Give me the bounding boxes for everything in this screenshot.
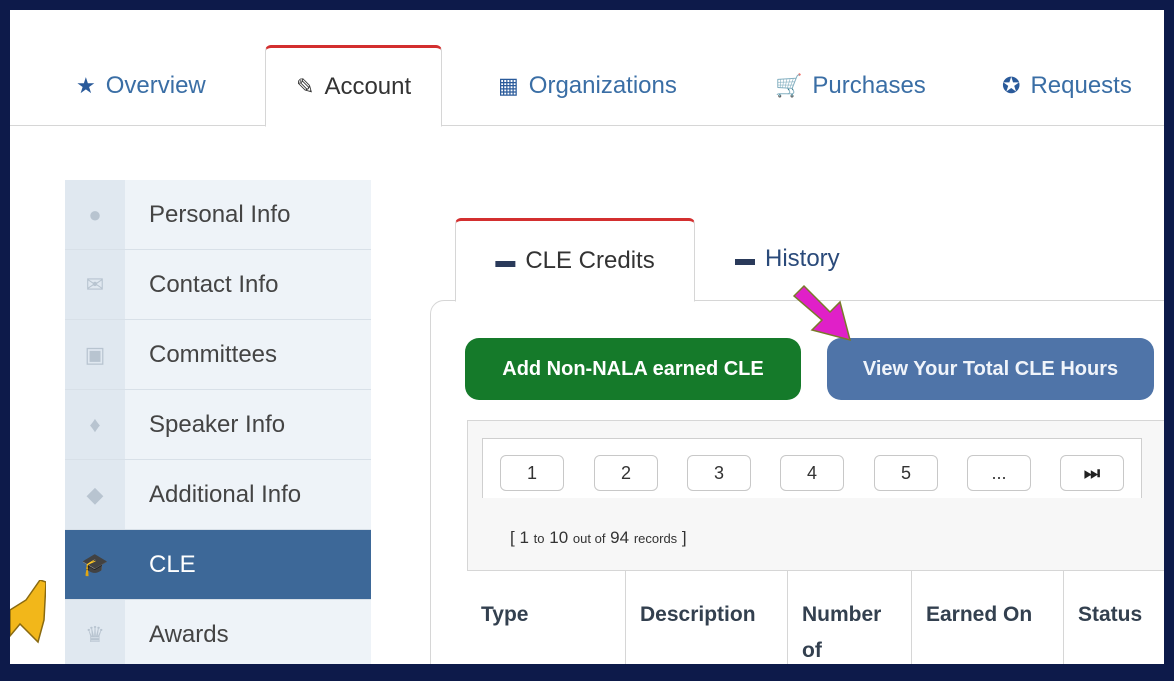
tab-cle-credits[interactable]: ▬ CLE Credits [455, 218, 695, 302]
column-header-description[interactable]: Description [625, 571, 787, 664]
tab-organizations-label: Organizations [528, 72, 677, 99]
page-button[interactable]: 1 [500, 455, 564, 491]
tab-account-label: Account [324, 73, 412, 100]
tab-requests-label: Requests [1030, 72, 1132, 99]
records-from: 1 [519, 528, 529, 547]
briefcase-icon: ▣ [65, 320, 125, 389]
records-word: records [633, 531, 678, 546]
sidebar-item-personal-info[interactable]: ● Personal Info [65, 180, 371, 250]
add-non-nala-cle-button[interactable]: Add Non-NALA earned CLE [465, 338, 801, 400]
sidebar-item-awards[interactable]: ♛ Awards [65, 600, 371, 664]
graduation-cap-icon: 🎓 [65, 530, 125, 599]
cart-icon: 🛒 [775, 73, 803, 98]
tab-history[interactable]: ▬ History [735, 245, 840, 273]
tab-overview-label: Overview [105, 72, 206, 99]
user-icon: ● [65, 180, 125, 249]
records-to-word: to [533, 531, 545, 546]
gold-annotation-arrow [10, 580, 46, 644]
edit-icon: ✎ [296, 74, 315, 99]
skip-last-icon: ⏭ [1083, 462, 1101, 483]
envelope-icon: ✉ [65, 250, 125, 319]
building-icon: ▦ [498, 73, 519, 98]
page-button[interactable]: 3 [687, 455, 751, 491]
sidebar-item-label: CLE [149, 550, 196, 578]
column-header-status[interactable]: Status [1063, 571, 1164, 664]
tab-account[interactable]: ✎ Account [265, 45, 443, 127]
tab-overview[interactable]: ★ Overview [76, 45, 206, 127]
page-button-ellipsis[interactable]: ... [967, 455, 1031, 491]
column-header-type[interactable]: Type [467, 571, 625, 664]
tags-icon: ◆ [65, 460, 125, 529]
pink-annotation-arrow [792, 284, 852, 342]
sidebar-item-label: Committees [149, 340, 278, 368]
ticket-icon: ▬ [495, 249, 516, 272]
records-summary: [ 1 to 10 out of 94 records ] [510, 528, 687, 548]
column-header-number-of[interactable]: Number of [787, 571, 897, 664]
page-button[interactable]: 2 [594, 455, 658, 491]
column-header-earned-on[interactable]: Earned On [911, 571, 1063, 664]
records-close: ] [681, 528, 687, 547]
tab-cle-credits-label: CLE Credits [525, 247, 655, 274]
records-out-of-word: out of [572, 531, 606, 546]
sidebar-item-additional-info[interactable]: ◆ Additional Info [65, 460, 371, 530]
sidebar-item-label: Additional Info [149, 480, 302, 508]
tab-purchases-label: Purchases [812, 72, 926, 99]
tab-purchases[interactable]: 🛒 Purchases [775, 45, 926, 127]
lifering-icon: ✪ [1002, 73, 1021, 98]
last-page-button[interactable]: ⏭ [1060, 455, 1124, 491]
sidebar-item-label: Contact Info [149, 270, 279, 298]
microphone-icon: ♦ [65, 390, 125, 459]
sidebar-item-label: Speaker Info [149, 410, 286, 438]
records-total: 94 [610, 528, 630, 547]
records-open: [ [510, 528, 515, 547]
sidebar-item-cle[interactable]: 🎓 CLE [65, 530, 371, 600]
tab-requests[interactable]: ✪ Requests [1002, 45, 1132, 127]
cle-table-header: Type Description Number of Earned On Sta… [467, 570, 1164, 664]
sidebar-item-speaker-info[interactable]: ♦ Speaker Info [65, 390, 371, 460]
sidebar-item-contact-info[interactable]: ✉ Contact Info [65, 250, 371, 320]
sidebar-item-label: Awards [149, 620, 229, 648]
sidebar-item-committees[interactable]: ▣ Committees [65, 320, 371, 390]
records-to: 10 [549, 528, 569, 547]
top-tab-bar: ★ Overview ✎ Account ▦ Organizations 🛒 P… [10, 10, 1164, 127]
account-sidebar: ● Personal Info ✉ Contact Info ▣ Committ… [65, 180, 371, 664]
sidebar-item-label: Personal Info [149, 200, 291, 228]
ticket-icon: ▬ [735, 247, 755, 270]
tab-organizations[interactable]: ▦ Organizations [498, 45, 677, 127]
page-button[interactable]: 4 [780, 455, 844, 491]
star-icon: ★ [76, 73, 96, 98]
view-total-cle-hours-button[interactable]: View Your Total CLE Hours [827, 338, 1154, 400]
page-button[interactable]: 5 [874, 455, 938, 491]
trophy-icon: ♛ [65, 600, 125, 664]
screenshot-frame: ★ Overview ✎ Account ▦ Organizations 🛒 P… [10, 10, 1164, 664]
tab-history-label: History [765, 245, 840, 272]
